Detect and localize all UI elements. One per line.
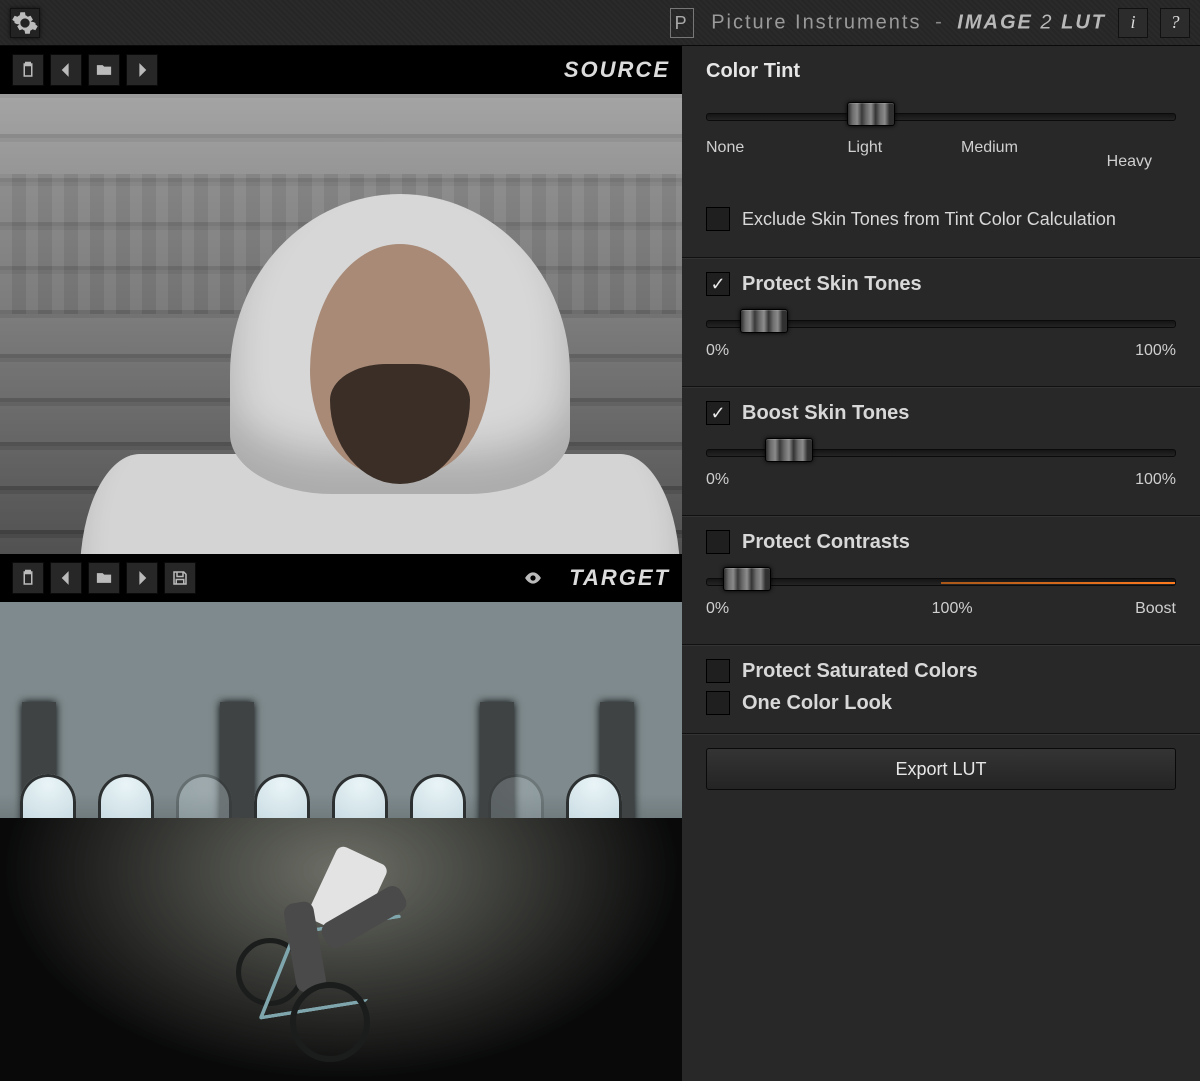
export-lut-button[interactable]: Export LUT xyxy=(706,748,1176,790)
protect-contrasts-min: 0% xyxy=(706,600,729,618)
exclude-skin-checkbox[interactable] xyxy=(706,207,730,231)
protect-skin-max: 100% xyxy=(1135,342,1176,360)
boost-skin-checkbox[interactable] xyxy=(706,401,730,425)
protect-contrasts-slider[interactable] xyxy=(706,568,1176,594)
one-color-look-checkbox[interactable] xyxy=(706,691,730,715)
boost-skin-thumb[interactable] xyxy=(765,438,813,462)
protect-contrasts-label: Protect Contrasts xyxy=(742,531,910,554)
one-color-look-label: One Color Look xyxy=(742,692,892,715)
eye-icon xyxy=(524,569,542,587)
color-tint-title: Color Tint xyxy=(706,60,1176,83)
tint-tick-light: Light xyxy=(790,139,932,185)
target-clipboard-button[interactable] xyxy=(12,562,44,594)
source-next-button[interactable] xyxy=(126,54,158,86)
brand-name: Picture Instruments xyxy=(711,11,921,33)
controls-panel: Color Tint None Light Medium Heavy Exclu… xyxy=(682,46,1200,1081)
chevron-right-icon xyxy=(133,569,151,587)
brand: P Picture Instruments - IMAGE 2 LUT xyxy=(670,8,1106,38)
boost-skin-min: 0% xyxy=(706,471,729,489)
chevron-left-icon xyxy=(57,569,75,587)
exclude-skin-label: Exclude Skin Tones from Tint Color Calcu… xyxy=(742,209,1116,230)
folder-icon xyxy=(95,61,113,79)
chevron-left-icon xyxy=(57,61,75,79)
chevron-right-icon xyxy=(133,61,151,79)
protect-skin-min: 0% xyxy=(706,342,729,360)
clipboard-icon xyxy=(19,61,37,79)
source-prev-button[interactable] xyxy=(50,54,82,86)
protect-contrasts-mid: 100% xyxy=(932,600,973,618)
target-toolbar: TARGET xyxy=(0,554,682,602)
protect-saturated-label: Protect Saturated Colors xyxy=(742,660,978,683)
target-next-button[interactable] xyxy=(126,562,158,594)
clipboard-icon xyxy=(19,569,37,587)
target-image[interactable] xyxy=(0,602,682,1081)
source-toolbar: SOURCE xyxy=(0,46,682,94)
brand-logo-icon: P xyxy=(670,8,694,38)
protect-contrasts-max: Boost xyxy=(1135,600,1176,618)
protect-skin-thumb[interactable] xyxy=(740,309,788,333)
settings-button[interactable] xyxy=(10,8,40,38)
app-name-1: IMAGE xyxy=(957,11,1033,33)
folder-icon xyxy=(95,569,113,587)
titlebar: P Picture Instruments - IMAGE 2 LUT i ? xyxy=(0,0,1200,46)
target-prev-button[interactable] xyxy=(50,562,82,594)
protect-skin-label: Protect Skin Tones xyxy=(742,273,922,296)
save-icon xyxy=(171,569,189,587)
preview-toggle-button[interactable] xyxy=(517,562,549,594)
app-name-2: 2 xyxy=(1040,11,1053,33)
gear-icon xyxy=(11,9,39,37)
target-save-button[interactable] xyxy=(164,562,196,594)
export-lut-label: Export LUT xyxy=(895,759,986,780)
boost-skin-label: Boost Skin Tones xyxy=(742,402,909,425)
source-image[interactable] xyxy=(0,94,682,554)
boost-skin-max: 100% xyxy=(1135,471,1176,489)
tint-tick-heavy: Heavy xyxy=(1045,139,1177,185)
color-tint-slider[interactable] xyxy=(706,103,1176,129)
app-name-3: LUT xyxy=(1061,11,1106,33)
help-button[interactable]: ? xyxy=(1160,8,1190,38)
target-label: TARGET xyxy=(569,565,670,591)
protect-saturated-checkbox[interactable] xyxy=(706,659,730,683)
source-open-button[interactable] xyxy=(88,54,120,86)
clipboard-open-button[interactable] xyxy=(12,54,44,86)
protect-skin-checkbox[interactable] xyxy=(706,272,730,296)
tint-tick-medium: Medium xyxy=(931,139,1045,185)
color-tint-thumb[interactable] xyxy=(847,102,895,126)
source-label: SOURCE xyxy=(564,57,670,83)
info-button[interactable]: i xyxy=(1118,8,1148,38)
target-open-button[interactable] xyxy=(88,562,120,594)
protect-contrasts-thumb[interactable] xyxy=(723,567,771,591)
protect-contrasts-checkbox[interactable] xyxy=(706,530,730,554)
protect-skin-slider[interactable] xyxy=(706,310,1176,336)
boost-skin-slider[interactable] xyxy=(706,439,1176,465)
tint-tick-none: None xyxy=(706,139,790,185)
